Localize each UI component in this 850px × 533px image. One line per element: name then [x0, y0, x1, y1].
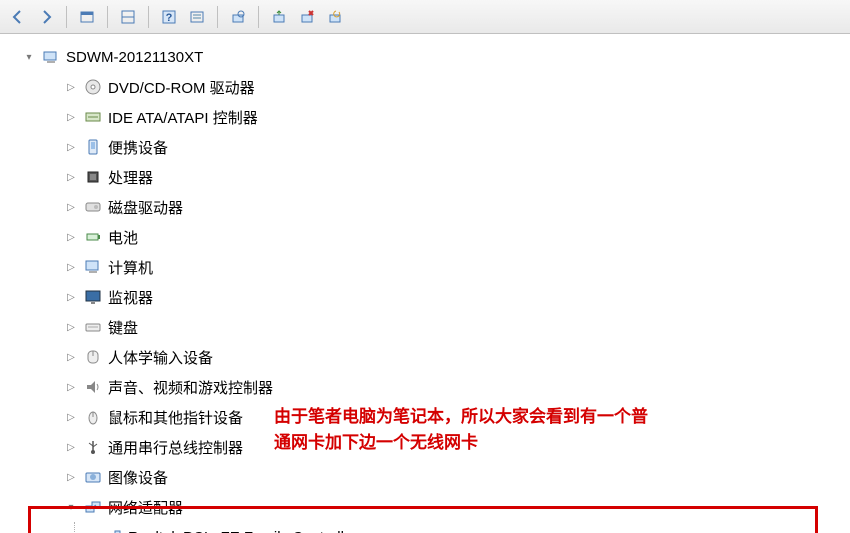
expand-icon[interactable]: ▷ [64, 382, 78, 393]
expand-icon[interactable]: ▷ [64, 412, 78, 423]
toolbar: ? [0, 0, 850, 34]
category-label: IDE ATA/ATAPI 控制器 [108, 107, 258, 128]
root-label: SDWM-20121130XT [66, 49, 203, 66]
help-button[interactable]: ? [157, 5, 181, 29]
disk-icon [84, 198, 102, 216]
category-label: 鼠标和其他指针设备 [108, 407, 243, 428]
device-category-hid[interactable]: ▷ 人体学输入设备 [4, 342, 850, 372]
mouse-icon [84, 408, 102, 426]
device-category-ide[interactable]: ▷ IDE ATA/ATAPI 控制器 [4, 102, 850, 132]
back-button[interactable] [6, 5, 30, 29]
expand-icon[interactable]: ▷ [64, 232, 78, 243]
ide-icon [84, 108, 102, 126]
usb-icon [84, 438, 102, 456]
portable-icon [84, 138, 102, 156]
category-label: DVD/CD-ROM 驱动器 [108, 77, 255, 98]
scan-button[interactable] [226, 5, 250, 29]
collapse-icon[interactable]: ▾ [64, 502, 78, 513]
device-category-portable[interactable]: ▷ 便携设备 [4, 132, 850, 162]
category-label: 监视器 [108, 287, 153, 308]
expand-icon[interactable]: ▷ [64, 262, 78, 273]
network-adapter-item[interactable]: Realtek PCIe FE Family Controller [4, 522, 850, 533]
category-label: 处理器 [108, 167, 153, 188]
expand-icon[interactable]: ▷ [64, 352, 78, 363]
toolbar-separator [107, 6, 108, 28]
network-icon [84, 498, 102, 516]
annotation-line-2: 通网卡加下边一个无线网卡 [274, 433, 478, 452]
category-label: 计算机 [108, 257, 153, 278]
uninstall-button[interactable] [295, 5, 319, 29]
update-button[interactable] [267, 5, 291, 29]
device-category-monitor[interactable]: ▷ 监视器 [4, 282, 850, 312]
category-label: 声音、视频和游戏控制器 [108, 377, 273, 398]
expand-icon[interactable]: ▷ [64, 202, 78, 213]
device-category-dvd[interactable]: ▷ DVD/CD-ROM 驱动器 [4, 72, 850, 102]
expand-icon[interactable]: ▷ [64, 142, 78, 153]
annotation-line-1: 由于笔者电脑为笔记本，所以大家会看到有一个普 [274, 407, 648, 426]
view-button-2[interactable] [116, 5, 140, 29]
view-button-1[interactable] [75, 5, 99, 29]
toolbar-separator [258, 6, 259, 28]
expand-icon[interactable]: ▷ [64, 442, 78, 453]
expand-icon[interactable]: ▷ [64, 82, 78, 93]
expand-icon[interactable]: ▷ [64, 112, 78, 123]
battery-icon [84, 228, 102, 246]
device-tree-panel: ▾ SDWM-20121130XT ▷ DVD/CD-ROM 驱动器 ▷ IDE AT… [0, 34, 850, 533]
refresh-button[interactable] [323, 5, 347, 29]
sound-icon [84, 378, 102, 396]
category-label: 电池 [108, 227, 138, 248]
forward-button[interactable] [34, 5, 58, 29]
category-label: 磁盘驱动器 [108, 197, 183, 218]
annotation-text: 由于笔者电脑为笔记本，所以大家会看到有一个普 通网卡加下边一个无线网卡 [274, 404, 794, 456]
computer-icon [84, 258, 102, 276]
keyboard-icon [84, 318, 102, 336]
toolbar-separator [217, 6, 218, 28]
root-computer-node[interactable]: ▾ SDWM-20121130XT [4, 42, 850, 72]
category-label: 便携设备 [108, 137, 168, 158]
device-category-keyboard[interactable]: ▷ 键盘 [4, 312, 850, 342]
category-label: 通用串行总线控制器 [108, 437, 243, 458]
monitor-icon [84, 288, 102, 306]
device-category-sound[interactable]: ▷ 声音、视频和游戏控制器 [4, 372, 850, 402]
properties-button[interactable] [185, 5, 209, 29]
device-category-disk[interactable]: ▷ 磁盘驱动器 [4, 192, 850, 222]
expand-icon[interactable]: ▷ [64, 322, 78, 333]
device-category-battery[interactable]: ▷ 电池 [4, 222, 850, 252]
adapter-label: Realtek PCIe FE Family Controller [128, 529, 357, 533]
device-category-network[interactable]: ▾ 网络适配器 [4, 492, 850, 522]
cpu-icon [84, 168, 102, 186]
svg-text:?: ? [166, 12, 173, 24]
expand-icon[interactable]: ▷ [64, 172, 78, 183]
imaging-icon [84, 468, 102, 486]
category-label: 人体学输入设备 [108, 347, 213, 368]
category-label: 图像设备 [108, 467, 168, 488]
category-label: 键盘 [108, 317, 138, 338]
nic-icon [104, 528, 122, 533]
computer-icon [42, 48, 60, 66]
category-label: 网络适配器 [108, 497, 183, 518]
toolbar-separator [66, 6, 67, 28]
device-category-cpu[interactable]: ▷ 处理器 [4, 162, 850, 192]
collapse-icon[interactable]: ▾ [22, 52, 36, 63]
disc-icon [84, 78, 102, 96]
device-category-imaging[interactable]: ▷ 图像设备 [4, 462, 850, 492]
device-category-computer[interactable]: ▷ 计算机 [4, 252, 850, 282]
toolbar-separator [148, 6, 149, 28]
expand-icon[interactable]: ▷ [64, 472, 78, 483]
expand-icon[interactable]: ▷ [64, 292, 78, 303]
hid-icon [84, 348, 102, 366]
